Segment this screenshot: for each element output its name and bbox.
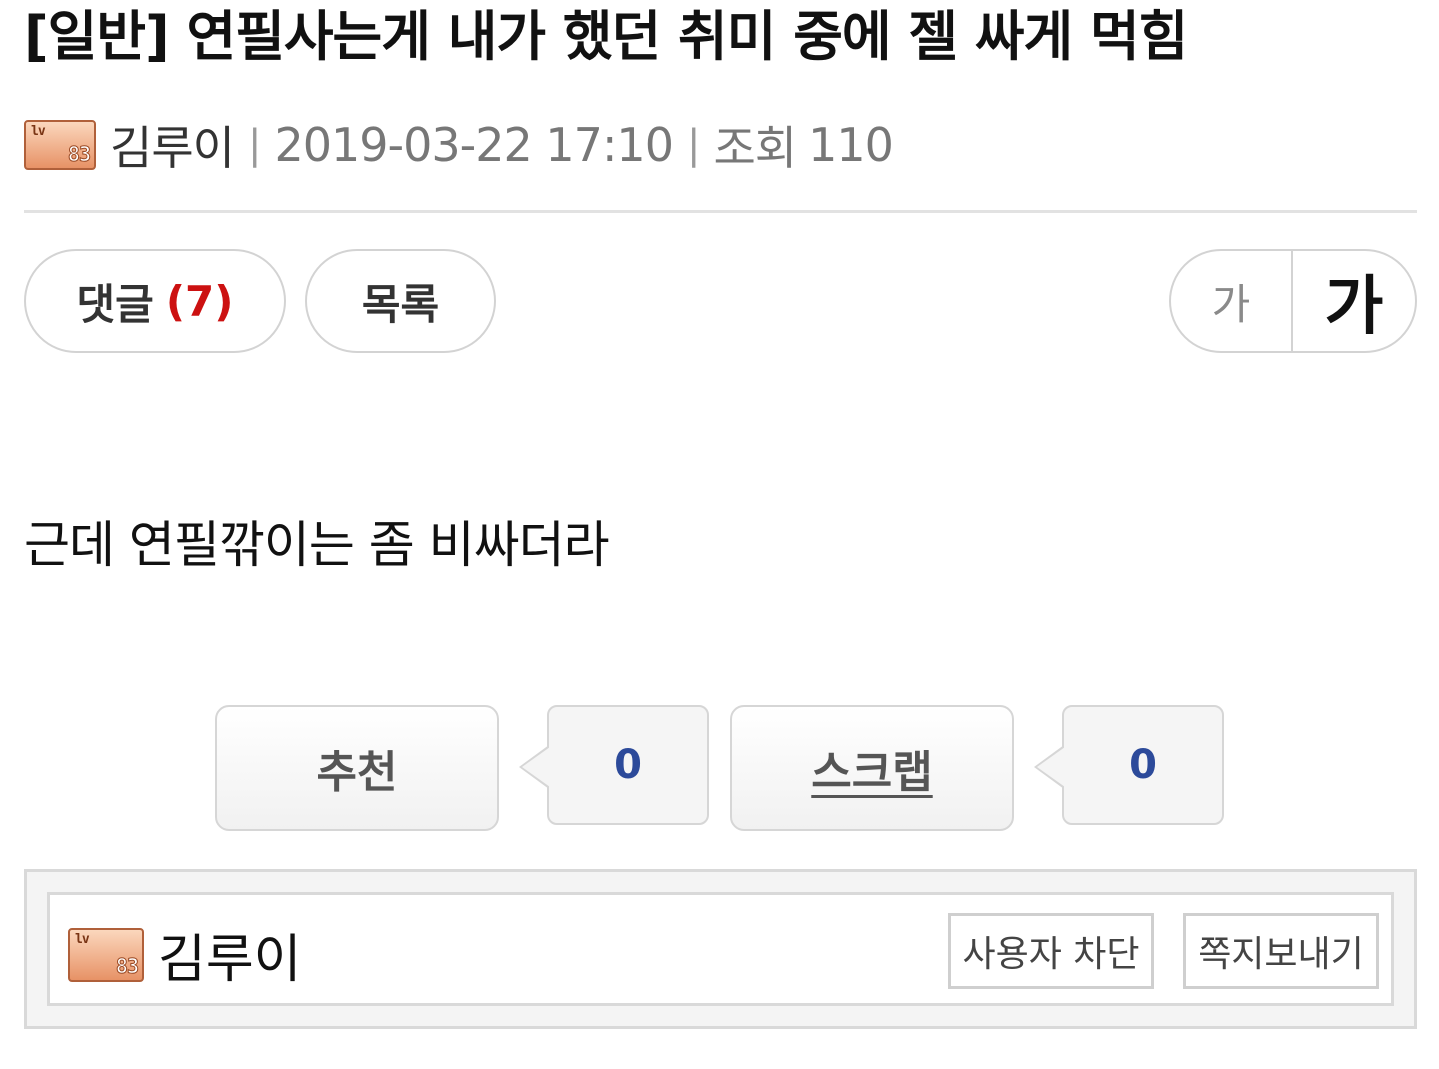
level-prefix: lv xyxy=(31,124,46,139)
list-label: 목록 xyxy=(361,279,440,329)
font-size-toggle: 가 가 xyxy=(1169,249,1417,353)
author-box-name[interactable]: 김루이 xyxy=(158,917,302,992)
block-user-button[interactable]: 사용자 차단 xyxy=(948,913,1154,989)
level-number: 83 xyxy=(67,142,91,167)
font-larger-button[interactable]: 가 xyxy=(1293,251,1415,351)
post-content: 근데 연필깎이는 좀 비싸더라 xyxy=(24,516,610,574)
post-meta: lv 83 김루이 | 2019-03-22 17:10 | 조회 110 xyxy=(24,112,894,178)
scrap-label: 스크랩 xyxy=(811,747,933,798)
post-datetime: 2019-03-22 17:10 xyxy=(274,118,674,172)
views-count: 110 xyxy=(808,118,894,172)
font-smaller-button[interactable]: 가 xyxy=(1171,251,1293,351)
scrap-button[interactable]: 스크랩 xyxy=(730,705,1014,831)
comments-label: 댓글 xyxy=(76,279,154,329)
author-box: lv 83 김루이 사용자 차단 쪽지보내기 xyxy=(24,869,1417,1029)
views-label: 조회 xyxy=(713,121,797,175)
meta-separator: | xyxy=(247,122,262,168)
comments-count: (7) xyxy=(165,276,234,326)
author-box-inner: lv 83 김루이 사용자 차단 쪽지보내기 xyxy=(47,892,1394,1006)
scrap-count: 0 xyxy=(1034,705,1224,825)
list-button[interactable]: 목록 xyxy=(305,249,496,353)
send-message-button[interactable]: 쪽지보내기 xyxy=(1183,913,1379,989)
author-profile: lv 83 김루이 xyxy=(68,917,302,992)
meta-separator: | xyxy=(686,122,701,168)
level-prefix: lv xyxy=(75,931,90,947)
recommend-label: 추천 xyxy=(316,747,398,798)
post-title: [일반] 연필사는게 내가 했던 취미 중에 젤 싸게 먹힘 xyxy=(24,5,1188,68)
author-name[interactable]: 김루이 xyxy=(110,112,235,178)
level-badge-icon: lv 83 xyxy=(24,120,96,170)
header-divider xyxy=(24,210,1417,213)
recommend-button[interactable]: 추천 xyxy=(215,705,499,831)
comments-button[interactable]: 댓글 (7) xyxy=(24,249,286,353)
level-badge-icon: lv 83 xyxy=(68,927,144,982)
recommend-count: 0 xyxy=(519,705,709,825)
level-number: 83 xyxy=(115,953,139,978)
